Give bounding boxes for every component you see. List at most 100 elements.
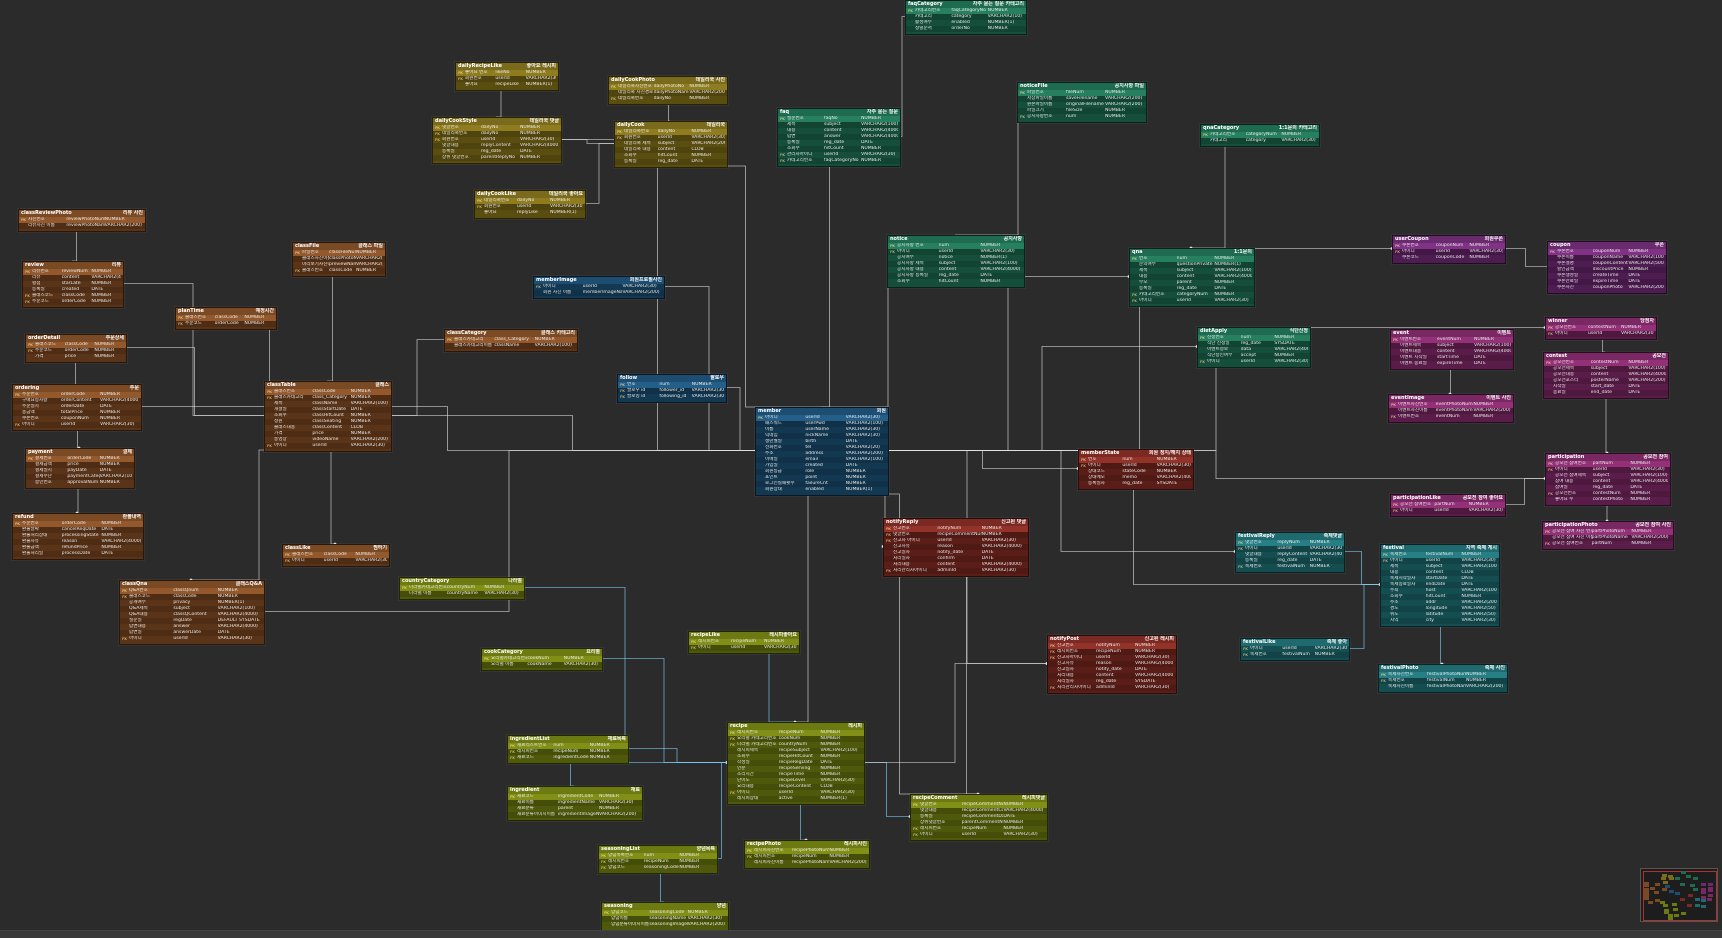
entity-column-row[interactable]: 쿠폰사진 couponPhoto VARCHAR2(200)	[1548, 285, 1666, 291]
entity-column-row[interactable]: FK 처리관리자아이디 adminId VARCHAR2(30)	[1048, 685, 1176, 691]
entity-column-row[interactable]: 좋아요 recipeLike NUMBER(1)	[456, 82, 558, 88]
entity-column-row[interactable]: 상위 댓글번호 parentReplyNo NUMBER	[433, 155, 561, 161]
entity-follow[interactable]: follow 팔로우 PK 번호 num NUMBER FK 팔로우 id follower_i…	[617, 374, 727, 403]
entity-header[interactable]: refund 환불내역	[13, 514, 143, 521]
entity-participationLike[interactable]: participationLike 공모전 참여 좋아요 PK 공모전 참여번호 par…	[1390, 494, 1506, 517]
entity-dailyCookPhoto[interactable]: dailyCookPhoto 데일리쿡 사진 PK 데일리쿡사진번호 dailyPhot…	[608, 76, 728, 105]
entity-column-row[interactable]: 종료일 end_date DATE	[1544, 390, 1668, 396]
entity-ingredient[interactable]: ingredient 재료 PK 재료코드 ingredientCode NUMBER 재료…	[507, 786, 643, 821]
entity-orderDetail[interactable]: orderDetail 주문상세 PK 클래스코드 classCode NUMBER FK 주…	[25, 334, 127, 363]
entity-header[interactable]: dietApply 식단신청	[1198, 328, 1310, 335]
minimap[interactable]	[1640, 868, 1718, 922]
entity-event[interactable]: event 이벤트 PK 이벤트번호 eventNum NUMBER 이벤트제목 subjec…	[1390, 329, 1514, 370]
entity-coupon[interactable]: coupon 쿠폰 PK 쿠폰번호 couponNum NUMBER 쿠폰이름 couponN…	[1547, 241, 1667, 294]
erd-canvas[interactable]: faqCategory 자주 묻는 질문 카테고리 PK 카테고리번호 faqCateg…	[0, 0, 1722, 937]
entity-noticeFile[interactable]: noticeFile 공지사항 파일 PK 파일번호 fileNum NUMBER 저장파일…	[1017, 82, 1147, 123]
entity-dailyRecipeLike[interactable]: dailyRecipeLike 좋아요 레시피 PK 좋아요 번호 likeNo NUMB…	[455, 62, 559, 91]
entity-header[interactable]: event 이벤트	[1391, 330, 1513, 337]
entity-column-row[interactable]: 가격 price NUMBER	[26, 354, 126, 360]
entity-column-row[interactable]: 축제사진이름 festivalPhotoNameVARCHAR2(200)	[1379, 684, 1507, 690]
entity-column-row[interactable]: 회원 사진 이름 memberImageNameVARCHAR2(200)	[534, 290, 664, 296]
entity-column-row[interactable]: 승인번호 approvalNum NUMBER	[26, 480, 134, 486]
entity-column-row[interactable]: 회원상태 enabled NUMBER(1)	[756, 487, 888, 493]
entity-column-row[interactable]: 클래스카테고리이름 className VARCHAR2(100)	[445, 343, 577, 349]
entity-header[interactable]: ingredient 재료	[508, 787, 642, 794]
entity-column-row[interactable]: FK 공모전 참여번호 partNum NUMBER	[1543, 541, 1673, 547]
entity-header[interactable]: festivalReply 축제댓글	[1236, 533, 1344, 540]
entity-column-row[interactable]: 지역 city VARCHAR2(30)	[1381, 618, 1499, 624]
entity-ingredientList[interactable]: ingredientList 재료목록 PK 재료리스트번호 num NUMBER FK 레시…	[507, 735, 629, 764]
entity-header[interactable]: participationLike 공모전 참여 좋아요	[1391, 495, 1505, 502]
entity-column-row[interactable]: FK 주문코드 orderCode NUMBER	[23, 299, 123, 305]
entity-planTime[interactable]: planTime 예정시간 PK 클래스번호 classCode NUMBER FK 주문코드…	[175, 307, 277, 330]
entity-column-row[interactable]: FK 클래스번호 classCode NUMBER	[293, 268, 385, 274]
entity-review[interactable]: review 리뷰 PK 리뷰번호 reviewNum NUMBER 리뷰 content VA…	[22, 261, 124, 308]
entity-header[interactable]: festivalPhoto 축제 사진	[1379, 665, 1507, 672]
entity-header[interactable]: cookCategory 요리별	[482, 649, 602, 656]
entity-header[interactable]: notifyReply 신고된 댓글	[884, 519, 1028, 526]
entity-dietApply[interactable]: dietApply 식단신청 PK 신청번호 num NUMBER 식단 신청일 reg_da…	[1197, 327, 1311, 368]
entity-classLike[interactable]: classLike 찜하기 PK 클래스번호 classCode NUMBER FK 아이디 u…	[282, 544, 390, 567]
entity-header[interactable]: dailyCookStyle 데일리쿡 댓글	[433, 118, 561, 125]
entity-header[interactable]: memberState 회원 정지/해지 상태	[1079, 450, 1193, 457]
entity-header[interactable]: classFile 클래스 파일	[293, 243, 385, 250]
entity-header[interactable]: review 리뷰	[23, 262, 123, 269]
entity-column-row[interactable]: 재료분류이미지이름ingredientImageNameVARCHAR2(200…	[508, 812, 642, 818]
entity-classTable[interactable]: classTable 클래스 PK 클래스번호 classCode NUMBER FK 클래스…	[264, 381, 392, 452]
entity-column-row[interactable]: FK 아이디 userId VARCHAR2(30)	[1391, 508, 1505, 514]
entity-column-row[interactable]: 쿠폰코드 couponCode NUMBER	[1393, 255, 1505, 261]
entity-header[interactable]: notifyPost 신고된 레시피	[1048, 636, 1176, 643]
entity-column-row[interactable]: FK 아이디 userId VARCHAR2(30)	[120, 636, 264, 642]
entity-column-row[interactable]: 리뷰사진 이름 reviewPhotoName VARCHAR2(200)	[19, 223, 145, 229]
entity-column-row[interactable]: 등록일자 reg_date SYSDATE	[1079, 481, 1193, 487]
entity-header[interactable]: dailyCook 데일리쿡	[615, 122, 727, 129]
entity-column-row[interactable]: 레시피상태 active NUMBER(1)	[728, 796, 864, 802]
entity-notice[interactable]: notice 공지사항 PK 공지사항 번호 num NUMBER FK 아이디 userId V…	[887, 235, 1025, 288]
entity-header[interactable]: qna 1:1문의	[1130, 249, 1254, 256]
entity-column-row[interactable]: FK 아이디 userId VARCHAR2(30)	[13, 422, 141, 428]
entity-column-row[interactable]: FK 팔로잉 id following_id VARCHAR2(30)	[618, 394, 726, 400]
entity-memberState[interactable]: memberState 회원 정지/해지 상태 PK 번호 num NUMBER FK 아이디…	[1078, 449, 1194, 490]
entity-header[interactable]: dailyCookPhoto 데일리쿡 사진	[609, 77, 727, 84]
entity-header[interactable]: winner 당첨자	[1546, 318, 1656, 325]
entity-header[interactable]: classReviewPhoto 리뷰 사진	[19, 210, 145, 217]
entity-qnaCategory[interactable]: qnaCategory 1:1문의 카테고리 PK 카테고리번호 categoryNum…	[1200, 124, 1320, 147]
entity-column-row[interactable]: 환불처리일 processDate DATE	[13, 551, 143, 557]
entity-header[interactable]: countryCategory 나라별	[400, 578, 524, 585]
entity-header[interactable]: festivalLike 축제 좋아	[1241, 639, 1349, 646]
entity-countryCategory[interactable]: countryCategory 나라별 PK 나라별카테고리번호 countryNum N…	[399, 577, 525, 600]
entity-header[interactable]: seasoning 양념	[602, 903, 728, 910]
entity-userCoupon[interactable]: userCoupon 회원쿠폰 PK 쿠폰번호 couponNum NUMBER FK 아이디…	[1392, 235, 1506, 264]
entity-header[interactable]: faq 자주 묻는 질문	[778, 109, 900, 116]
entity-header[interactable]: recipeLike 레시피좋아요	[689, 632, 799, 639]
entity-classCategory[interactable]: classCategory 클래스 카테고리 PK 클래스카테고리 class_Cate…	[444, 329, 578, 352]
entity-column-row[interactable]: FK 재료코드 ingredientCode NUMBER	[508, 755, 628, 761]
entity-column-row[interactable]: FK 데일리쿡번호 dailyNo NUMBER	[609, 96, 727, 102]
entity-dailyCookLike[interactable]: dailyCookLike 데일리쿡 좋아요 PK 데일리쿡번호 dailyNo NUMB…	[474, 190, 586, 219]
entity-column-row[interactable]: FK 양념코드 seasoningCode NUMBER	[599, 865, 717, 871]
entity-header[interactable]: faqCategory 자주 묻는 질문 카테고리	[906, 1, 1026, 8]
entity-participationPhoto[interactable]: participationPhoto 공모전 참여 사진 PK 공모전 참여 사진 번…	[1542, 521, 1674, 550]
entity-header[interactable]: userCoupon 회원쿠폰	[1393, 236, 1505, 243]
entity-header[interactable]: member 회원	[756, 408, 888, 415]
entity-header[interactable]: dailyCookLike 데일리쿡 좋아요	[475, 191, 585, 198]
entity-column-row[interactable]: FK 카테고리번호 faqCategoryNo NUMBER	[778, 158, 900, 164]
entity-header[interactable]: seasoningList 양념목록	[599, 846, 717, 853]
entity-header[interactable]: classQna 클래스Q&A	[120, 581, 264, 588]
entity-recipeLike[interactable]: recipeLike 레시피좋아요 PK 레시피번호 recipeNum NUMBER FK…	[688, 631, 800, 654]
entity-festivalLike[interactable]: festivalLike 축제 좋아 FK 아이디 userId VARCHAR2(30)…	[1240, 638, 1350, 661]
entity-header[interactable]: dailyRecipeLike 좋아요 레시피	[456, 63, 558, 70]
entity-column-row[interactable]: 레시피사진이름 recipePhotoName VARCHAR2(200)	[745, 860, 869, 866]
entity-payment[interactable]: payment 결제 PK 결제번호 orderCode NUMBER 결제금액 price N…	[25, 448, 135, 489]
entity-header[interactable]: participationPhoto 공모전 참여 사진	[1543, 522, 1673, 529]
entity-cookCategory[interactable]: cookCategory 요리별 PK 요리별카테고리번호 cookNum NUMBER 요…	[481, 648, 603, 671]
entity-seasoning[interactable]: seasoning 양념 PK 양념코드 seasoningCode NUMBER 양념이름…	[601, 902, 729, 931]
entity-festival[interactable]: festival 지역 축제 게시 PK 축제번호 festivalNum NUMBER F…	[1380, 544, 1500, 627]
entity-column-row[interactable]: FK 아이디 userId VARCHAR2(30)	[1130, 298, 1254, 304]
entity-faqCategory[interactable]: faqCategory 자주 묻는 질문 카테고리 PK 카테고리번호 faqCateg…	[905, 0, 1027, 35]
entity-recipe[interactable]: recipe 레시피 PK 레시피번호 recipeNum NUMBER FK 요리별 카테고…	[727, 722, 865, 805]
entity-recipePhoto[interactable]: recipePhoto 레시피사진 PK 레시피사진번호 recipePhotoNum N…	[744, 840, 870, 869]
entity-classQna[interactable]: classQna 클래스Q&A PK Q&A번호 classQnum NUMBER FK 클래…	[119, 580, 265, 645]
entity-header[interactable]: ingredientList 재료목록	[508, 736, 628, 743]
entity-festivalReply[interactable]: festivalReply 축제댓글 PK 댓글번호 replyNum NUMBER FK 아…	[1235, 532, 1345, 573]
